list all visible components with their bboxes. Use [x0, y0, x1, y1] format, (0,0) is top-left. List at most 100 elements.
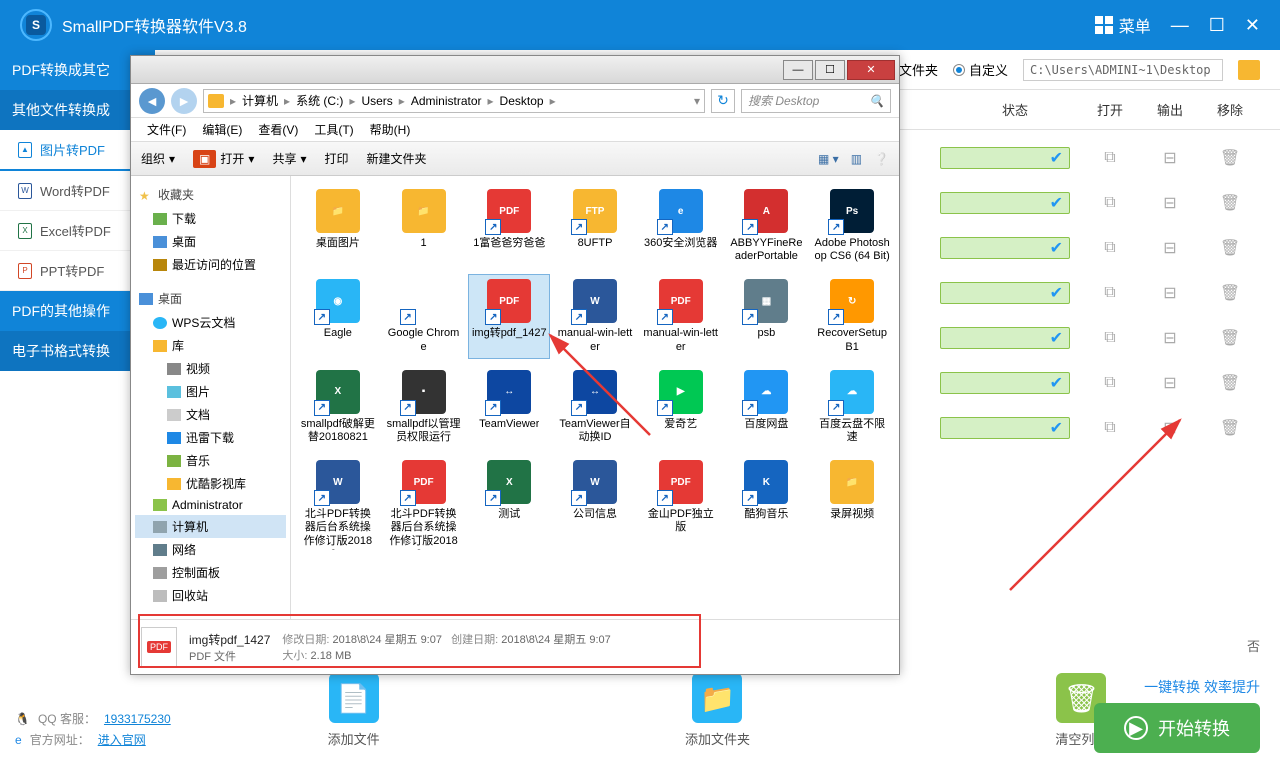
- add-folder-button[interactable]: 📁 添加文件夹: [685, 673, 750, 748]
- file-item[interactable]: Xsmallpdf破解更替20180821: [297, 365, 379, 449]
- menu-tools[interactable]: 工具(T): [308, 119, 359, 140]
- remove-button[interactable]: 🗑: [1200, 148, 1260, 168]
- file-item[interactable]: Wmanual-win-letter: [554, 274, 636, 358]
- menu-view[interactable]: 查看(V): [252, 119, 304, 140]
- tree-downloads[interactable]: 下载: [135, 207, 286, 230]
- dialog-close[interactable]: ✕: [847, 60, 895, 80]
- file-item[interactable]: ▦psb: [726, 274, 808, 358]
- help-button[interactable]: ❔: [874, 152, 889, 166]
- open-file-button[interactable]: ⧉: [1080, 194, 1140, 212]
- tree-wps[interactable]: WPS云文档: [135, 311, 286, 334]
- search-input[interactable]: 搜索 Desktop🔍: [741, 89, 891, 113]
- file-item[interactable]: FTP8UFTP: [554, 184, 636, 268]
- file-item[interactable]: PDF金山PDF独立版: [640, 455, 722, 555]
- file-item[interactable]: 📁录屏视频: [811, 455, 893, 555]
- file-item[interactable]: PDFimg转pdf_1427: [468, 274, 550, 358]
- dialog-maximize[interactable]: ☐: [815, 60, 845, 80]
- remove-button[interactable]: 🗑: [1200, 373, 1260, 393]
- site-link[interactable]: 进入官网: [98, 731, 146, 748]
- open-file-button[interactable]: ⧉: [1080, 329, 1140, 347]
- remove-button[interactable]: 🗑: [1200, 193, 1260, 213]
- view-mode-button[interactable]: ▦ ▾: [818, 152, 839, 166]
- open-file-button[interactable]: ⧉: [1080, 419, 1140, 437]
- nav-forward-button[interactable]: ►: [171, 88, 197, 114]
- organize-button[interactable]: 组织 ▾: [141, 150, 175, 167]
- remove-button[interactable]: 🗑: [1200, 418, 1260, 438]
- share-button[interactable]: 共享 ▾: [272, 150, 306, 167]
- breadcrumb[interactable]: ▸ 计算机▸ 系统 (C:)▸ Users▸ Administrator▸ De…: [203, 89, 705, 113]
- output-button[interactable]: ⊟: [1140, 193, 1200, 213]
- file-item[interactable]: ◉Eagle: [297, 274, 379, 358]
- tree-admin[interactable]: Administrator: [135, 495, 286, 515]
- folder-tree[interactable]: ★收藏夹 下载 桌面 最近访问的位置 桌面 WPS云文档 库 视频 图片 文档 …: [131, 176, 291, 619]
- preview-pane-button[interactable]: ▥: [851, 152, 862, 166]
- file-item[interactable]: e360安全浏览器: [640, 184, 722, 268]
- open-file-button[interactable]: ⧉: [1080, 239, 1140, 257]
- file-item[interactable]: 📁1: [383, 184, 465, 268]
- menu-help[interactable]: 帮助(H): [364, 119, 417, 140]
- close-button[interactable]: ✕: [1245, 15, 1260, 36]
- tree-xunlei[interactable]: 迅雷下载: [135, 426, 286, 449]
- file-item[interactable]: W公司信息: [554, 455, 636, 555]
- menu-button[interactable]: 菜单: [1095, 13, 1151, 37]
- file-item[interactable]: ☁百度网盘: [726, 365, 808, 449]
- menu-edit[interactable]: 编辑(E): [196, 119, 248, 140]
- tree-documents[interactable]: 文档: [135, 403, 286, 426]
- output-button[interactable]: ⊟: [1140, 328, 1200, 348]
- dialog-minimize[interactable]: —: [783, 60, 813, 80]
- file-item[interactable]: PDFmanual-win-letter: [640, 274, 722, 358]
- remove-button[interactable]: 🗑: [1200, 328, 1260, 348]
- tree-control-panel[interactable]: 控制面板: [135, 561, 286, 584]
- file-item[interactable]: ↔TeamViewer自动换ID: [554, 365, 636, 449]
- file-item[interactable]: K酷狗音乐: [726, 455, 808, 555]
- open-file-button[interactable]: ⧉: [1080, 149, 1140, 167]
- file-item[interactable]: 📁桌面图片: [297, 184, 379, 268]
- print-button[interactable]: 打印: [324, 150, 348, 167]
- file-item[interactable]: ▶爱奇艺: [640, 365, 722, 449]
- new-folder-button[interactable]: 新建文件夹: [367, 150, 427, 167]
- file-item[interactable]: PsAdobe Photoshop CS6 (64 Bit): [811, 184, 893, 268]
- nav-back-button[interactable]: ◄: [139, 88, 165, 114]
- file-grid[interactable]: 📁桌面图片📁1PDF1富爸爸穷爸爸FTP8UFTPe360安全浏览器AABBYY…: [291, 176, 899, 619]
- open-file-button[interactable]: ⧉: [1080, 374, 1140, 392]
- tree-music[interactable]: 音乐: [135, 449, 286, 472]
- tree-computer[interactable]: 计算机: [135, 515, 286, 538]
- file-item[interactable]: PDF1富爸爸穷爸爸: [468, 184, 550, 268]
- output-button[interactable]: ⊟: [1140, 283, 1200, 303]
- tree-youku[interactable]: 优酷影视库: [135, 472, 286, 495]
- file-item[interactable]: ◉Google Chrome: [383, 274, 465, 358]
- file-item[interactable]: W北斗PDF转换器后台系统操作修订版20180...: [297, 455, 379, 555]
- tree-library[interactable]: 库: [135, 334, 286, 357]
- tree-recycle[interactable]: 回收站: [135, 584, 286, 607]
- tree-recent[interactable]: 最近访问的位置: [135, 253, 286, 276]
- remove-button[interactable]: 🗑: [1200, 238, 1260, 258]
- file-item[interactable]: X测试: [468, 455, 550, 555]
- tree-network[interactable]: 网络: [135, 538, 286, 561]
- radio-custom[interactable]: 自定义: [953, 60, 1008, 79]
- file-item[interactable]: ↔TeamViewer: [468, 365, 550, 449]
- start-convert-button[interactable]: ▶ 开始转换: [1094, 703, 1260, 753]
- qq-link[interactable]: 1933175230: [104, 712, 171, 726]
- file-item[interactable]: AABBYYFineReaderPortable: [726, 184, 808, 268]
- browse-folder-button[interactable]: [1238, 60, 1260, 80]
- radio-no[interactable]: 否: [1247, 636, 1260, 655]
- output-button[interactable]: ⊟: [1140, 148, 1200, 168]
- tree-desktop[interactable]: 桌面: [135, 230, 286, 253]
- minimize-button[interactable]: —: [1171, 15, 1189, 36]
- output-button[interactable]: ⊟: [1140, 238, 1200, 258]
- maximize-button[interactable]: ☐: [1209, 15, 1225, 36]
- output-path-input[interactable]: C:\Users\ADMINI~1\Desktop: [1023, 59, 1223, 81]
- output-button[interactable]: ⊟: [1140, 373, 1200, 393]
- refresh-button[interactable]: ↻: [711, 89, 735, 113]
- file-item[interactable]: ↻RecoverSetupB1: [811, 274, 893, 358]
- tree-video[interactable]: 视频: [135, 357, 286, 380]
- file-item[interactable]: ▪smallpdf以管理员权限运行: [383, 365, 465, 449]
- open-button[interactable]: ▣打开 ▾: [193, 150, 254, 168]
- add-file-button[interactable]: 📄 添加文件: [328, 673, 380, 748]
- remove-button[interactable]: 🗑: [1200, 283, 1260, 303]
- output-button[interactable]: ⊟: [1140, 418, 1200, 438]
- dialog-titlebar[interactable]: — ☐ ✕: [131, 56, 899, 84]
- tree-pictures[interactable]: 图片: [135, 380, 286, 403]
- menu-file[interactable]: 文件(F): [141, 119, 192, 140]
- file-item[interactable]: PDF北斗PDF转换器后台系统操作修订版20180...: [383, 455, 465, 555]
